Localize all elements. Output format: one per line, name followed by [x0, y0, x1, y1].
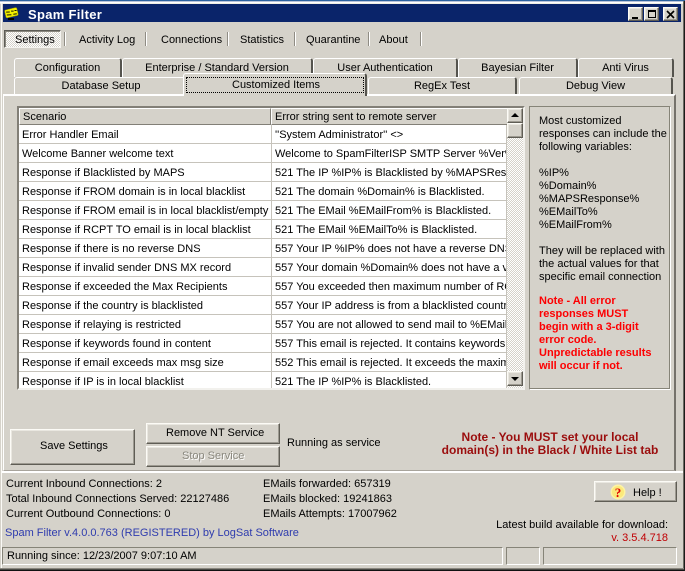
svg-text:?: ?	[615, 485, 622, 500]
